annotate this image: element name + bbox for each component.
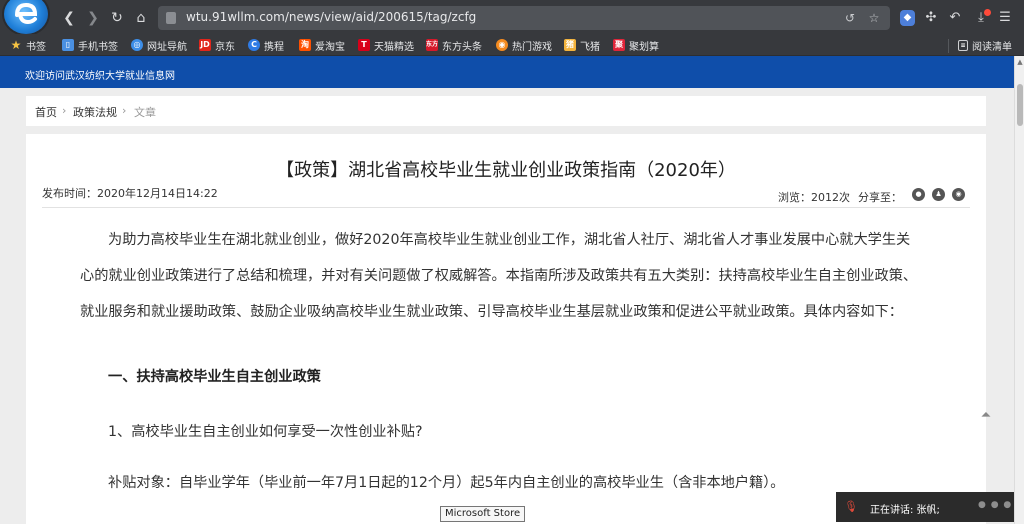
page-scrollbar[interactable]: ▲ bbox=[1014, 56, 1024, 524]
back-to-top-icon[interactable]: ⏶ bbox=[978, 408, 994, 424]
web-page: 欢迎访问武汉纺织大学就业信息网 首页 › 政策法规 › 文章 【政策】湖北省高校… bbox=[0, 56, 1014, 524]
game-icon: ◉ bbox=[496, 39, 508, 51]
audio-wave-icon: ● ● ● bbox=[978, 500, 1013, 510]
scroll-thumb[interactable] bbox=[1017, 84, 1023, 126]
bookmark-label: 携程 bbox=[264, 41, 284, 53]
phone-icon: ▯ bbox=[62, 39, 74, 51]
browser-window: ❮ ❯ ↻ ⌂ wtu.91wllm.com/news/view/aid/200… bbox=[0, 0, 1024, 524]
breadcrumb-home-link[interactable]: 首页 bbox=[35, 104, 57, 120]
welcome-text: 欢迎访问武汉纺织大学就业信息网 bbox=[25, 71, 175, 82]
bookmark-label: 东方头条 bbox=[442, 41, 482, 53]
jd-icon: JD bbox=[199, 39, 211, 51]
bookmark-item[interactable]: T 天猫精选 bbox=[358, 38, 414, 53]
microphone-icon: 🎙 bbox=[844, 500, 858, 513]
favorite-star-icon[interactable]: ☆ bbox=[866, 10, 882, 26]
subsidy-target-text: 补贴对象：自毕业学年（毕业前一年7月1日起的12个月）起5年内自主创业的高校毕业… bbox=[108, 475, 785, 491]
reload-icon[interactable]: ↻ bbox=[108, 9, 126, 27]
speaking-indicator: 🎙 正在讲话: 张帆; ● ● ● bbox=[836, 492, 1014, 522]
intro-line: 就业服务和就业援助政策、鼓励企业吸纳高校毕业生就业政策、引导高校毕业生基层就业政… bbox=[80, 304, 903, 320]
taobao-icon: 淘 bbox=[299, 39, 311, 51]
reading-list-icon: ≡ bbox=[958, 39, 968, 51]
bookmark-item[interactable]: C 携程 bbox=[248, 38, 284, 53]
star-icon: ★ bbox=[10, 38, 22, 52]
bookmark-label: 网址导航 bbox=[147, 41, 187, 53]
address-bar[interactable]: wtu.91wllm.com/news/view/aid/200615/tag/… bbox=[158, 6, 890, 30]
home-icon[interactable]: ⌂ bbox=[132, 9, 150, 27]
bookmark-item[interactable]: ★ 书签 bbox=[10, 38, 46, 53]
divider bbox=[42, 207, 970, 208]
bookmark-label: 飞猪 bbox=[580, 41, 600, 53]
menu-icon[interactable]: ☰ bbox=[996, 9, 1014, 27]
fliggy-icon: 猪 bbox=[564, 39, 576, 51]
bookmark-label: 热门游戏 bbox=[512, 41, 552, 53]
bookmark-item[interactable]: ◎ 网址导航 bbox=[131, 38, 187, 53]
bookmark-item[interactable]: 淘爱淘宝 bbox=[299, 38, 345, 53]
article-card: 【政策】湖北省高校毕业生就业创业政策指南（2020年） 发布时间：2020年12… bbox=[26, 134, 986, 524]
browser-logo-icon[interactable] bbox=[4, 0, 48, 34]
back-icon[interactable]: ❮ bbox=[60, 9, 78, 27]
notification-dot bbox=[984, 9, 991, 16]
taskbar-tooltip: Microsoft Store bbox=[440, 506, 526, 522]
bookmark-label: 天猫精选 bbox=[374, 41, 414, 53]
bookmark-item[interactable]: ▯ 手机书签 bbox=[62, 38, 118, 53]
site-info-icon[interactable] bbox=[166, 12, 176, 24]
breadcrumb: 首页 › 政策法规 › 文章 bbox=[26, 96, 986, 126]
intro-paragraph: 为助力高校毕业生在湖北就业创业，做好2020年高校毕业生就业创业工作，湖北省人社… bbox=[80, 222, 940, 330]
share-label: 分享至： bbox=[858, 191, 902, 204]
tmall-icon: T bbox=[358, 39, 370, 51]
bookmark-label: 手机书签 bbox=[78, 41, 118, 53]
bookmark-item[interactable]: 聚聚划算 bbox=[613, 38, 659, 53]
breadcrumb-section-link[interactable]: 政策法规 bbox=[73, 104, 117, 120]
bookmarks-bar: ★ 书签 ▯ 手机书签 ◎ 网址导航 JD 京东 C 携程 淘爱淘宝 T 天猫精选 东方 东方… bbox=[0, 34, 1024, 56]
browser-toolbar: ❮ ❯ ↻ ⌂ wtu.91wllm.com/news/view/aid/200… bbox=[0, 0, 1024, 34]
bookmark-label: 爱淘宝 bbox=[315, 41, 345, 53]
site-header: 欢迎访问武汉纺织大学就业信息网 bbox=[0, 56, 1014, 88]
wechat-share-icon[interactable]: ● bbox=[912, 188, 925, 201]
globe-icon: ◎ bbox=[131, 39, 143, 51]
undo-icon[interactable]: ↶ bbox=[946, 9, 964, 27]
speaking-text: 正在讲话: 张帆; bbox=[870, 505, 940, 516]
ctrip-icon: C bbox=[248, 39, 260, 51]
intro-line: 心的就业创业政策进行了总结和梳理，并对有关问题做了权威解答。本指南所涉及政策共有… bbox=[80, 268, 918, 284]
forward-icon[interactable]: ❯ bbox=[84, 9, 102, 27]
publish-time: 发布时间：2020年12月14日14:22 bbox=[42, 187, 218, 200]
reading-list-label: 阅读清单 bbox=[972, 41, 1012, 53]
weibo-share-icon[interactable]: ◉ bbox=[952, 188, 965, 201]
bookmark-label: 书签 bbox=[26, 41, 46, 53]
juhuasuan-icon: 聚 bbox=[613, 39, 625, 51]
breadcrumb-separator-icon: › bbox=[122, 104, 127, 117]
article-title: 【政策】湖北省高校毕业生就业创业政策指南（2020年） bbox=[276, 160, 736, 181]
view-count: 浏览：2012次 bbox=[778, 191, 850, 204]
bookmark-item[interactable]: JD 京东 bbox=[199, 38, 235, 53]
refresh-page-icon[interactable]: ↺ bbox=[842, 10, 858, 26]
question-text: 1、高校毕业生自主创业如何享受一次性创业补贴? bbox=[108, 424, 423, 440]
bookmark-item[interactable]: ◉ 热门游戏 bbox=[496, 38, 552, 53]
extensions-puzzle-icon[interactable]: ✣ bbox=[922, 9, 940, 27]
qq-share-icon[interactable]: ♟ bbox=[932, 188, 945, 201]
url-text[interactable]: wtu.91wllm.com/news/view/aid/200615/tag/… bbox=[186, 10, 476, 24]
scroll-up-arrow-icon[interactable]: ▲ bbox=[1016, 58, 1024, 66]
shield-extension-icon[interactable]: ◆ bbox=[900, 10, 915, 26]
reading-list-button[interactable]: ≡ 阅读清单 bbox=[958, 38, 1012, 53]
intro-line: 为助力高校毕业生在湖北就业创业，做好2020年高校毕业生就业创业工作，湖北省人社… bbox=[108, 232, 911, 248]
breadcrumb-current: 文章 bbox=[134, 106, 156, 119]
toutiao-icon: 东方 bbox=[426, 39, 438, 51]
bookmarks-divider bbox=[948, 39, 949, 53]
bookmark-label: 京东 bbox=[215, 41, 235, 53]
bookmark-item[interactable]: 猪飞猪 bbox=[564, 38, 600, 53]
breadcrumb-separator-icon: › bbox=[62, 104, 67, 117]
bookmark-item[interactable]: 东方 东方头条 bbox=[426, 38, 482, 53]
section-heading: 一、扶持高校毕业生自主创业政策 bbox=[108, 369, 321, 385]
bookmark-label: 聚划算 bbox=[629, 41, 659, 53]
